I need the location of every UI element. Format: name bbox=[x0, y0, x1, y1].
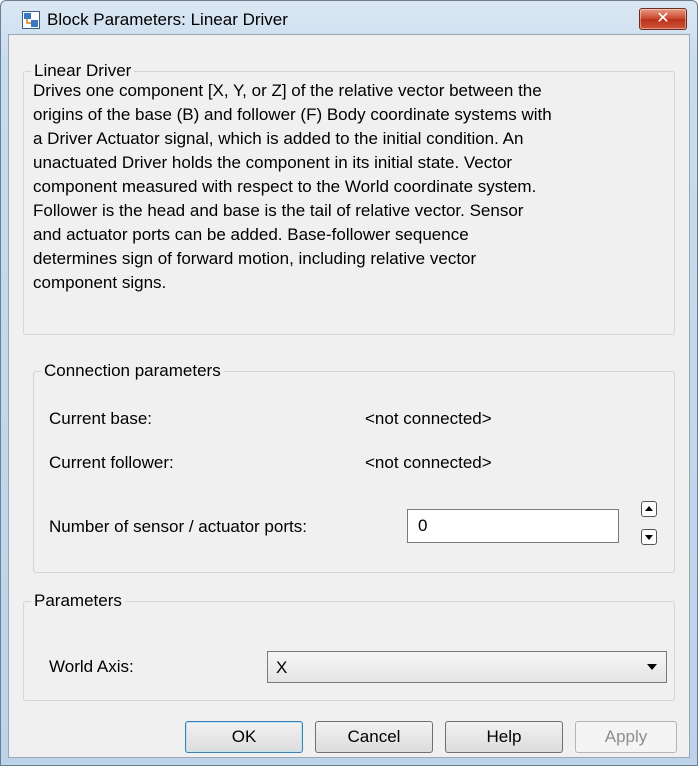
ports-increment-button[interactable] bbox=[641, 501, 657, 517]
current-base-value: <not connected> bbox=[365, 409, 492, 428]
window-title: Block Parameters: Linear Driver bbox=[47, 10, 288, 29]
close-icon: ✕ bbox=[656, 8, 670, 27]
block-description-text: Drives one component [X, Y, or Z] of the… bbox=[33, 79, 683, 295]
close-button[interactable]: ✕ bbox=[639, 8, 687, 30]
world-axis-value: X bbox=[276, 658, 288, 677]
block-description-legend: Linear Driver bbox=[34, 61, 132, 80]
world-axis-label: World Axis: bbox=[49, 657, 134, 676]
dialog-client: Linear Driver Drives one component [X, Y… bbox=[8, 34, 690, 758]
apply-button[interactable]: Apply bbox=[575, 721, 677, 753]
title-bar[interactable]: Block Parameters: Linear Driver ✕ bbox=[1, 1, 697, 35]
current-follower-value: <not connected> bbox=[365, 453, 492, 472]
description-line: Follower is the head and base is the tai… bbox=[33, 201, 524, 220]
parameters-legend: Parameters bbox=[34, 591, 122, 610]
current-base-label: Current base: bbox=[49, 409, 152, 428]
description-line: Drives one component [X, Y, or Z] of the… bbox=[33, 81, 542, 100]
description-line: unactuated Driver holds the component in… bbox=[33, 153, 513, 172]
ok-button[interactable]: OK bbox=[185, 721, 303, 753]
triangle-up-icon bbox=[645, 506, 653, 511]
simulink-block-icon bbox=[22, 11, 40, 29]
description-line: determines sign of forward motion, inclu… bbox=[33, 249, 477, 268]
description-line: component signs. bbox=[33, 273, 167, 292]
dropdown-arrow-icon bbox=[647, 664, 657, 670]
triangle-down-icon bbox=[645, 535, 653, 540]
parameters-group: Parameters bbox=[23, 591, 675, 701]
cancel-button[interactable]: Cancel bbox=[315, 721, 433, 753]
ports-input[interactable]: 0 bbox=[407, 509, 619, 543]
ports-label: Number of sensor / actuator ports: bbox=[49, 517, 307, 536]
connection-parameters-legend: Connection parameters bbox=[44, 361, 221, 380]
ports-decrement-button[interactable] bbox=[641, 529, 657, 545]
description-line: component measured with respect to the W… bbox=[33, 177, 537, 196]
description-line: origins of the base (B) and follower (F)… bbox=[33, 105, 552, 124]
current-follower-label: Current follower: bbox=[49, 453, 174, 472]
world-axis-select[interactable]: X bbox=[267, 651, 667, 683]
description-line: a Driver Actuator signal, which is added… bbox=[33, 129, 524, 148]
description-line: and actuator ports can be added. Base-fo… bbox=[33, 225, 469, 244]
help-button[interactable]: Help bbox=[445, 721, 563, 753]
